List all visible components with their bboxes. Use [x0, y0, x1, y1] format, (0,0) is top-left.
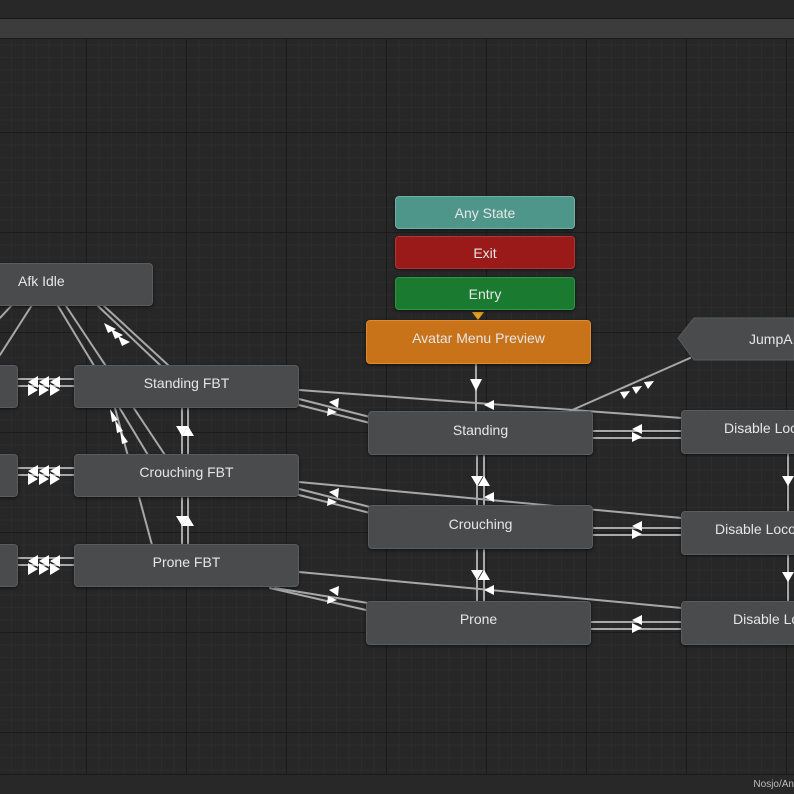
crouching-fbt-label: Crouching FBT	[139, 464, 234, 480]
transition-arrow	[484, 585, 494, 595]
exit-node[interactable]: Exit	[395, 236, 575, 269]
crouching-node[interactable]: Crouching	[368, 505, 593, 549]
disable-locomotion-node-3[interactable]: Disable Lo	[681, 601, 794, 645]
exit-label: Exit	[473, 245, 497, 261]
afk-idle-label: Afk Idle	[18, 273, 65, 289]
offscreen-state-node-3[interactable]	[0, 544, 18, 587]
entry-arrow	[472, 312, 484, 320]
any-state-node[interactable]: Any State	[395, 196, 575, 229]
transition-arrow	[644, 381, 654, 389]
jump-label: JumpA	[749, 331, 793, 347]
standing-node[interactable]: Standing	[368, 411, 593, 455]
transition-arrow	[632, 529, 642, 539]
entry-node[interactable]: Entry	[395, 277, 575, 310]
transition-arrow	[620, 391, 630, 399]
transition-arrow	[782, 476, 794, 486]
transition-line	[103, 305, 169, 366]
disable-locomotion-node-2[interactable]: Disable Loco	[681, 511, 794, 555]
transition-arrow	[329, 586, 339, 596]
transition-arrow	[782, 572, 794, 582]
transition-arrow	[120, 431, 128, 444]
transition-arrow	[632, 615, 642, 625]
transition-line	[0, 304, 13, 319]
transition-line	[97, 305, 161, 366]
transition-line	[269, 587, 367, 611]
controller-path: Nosjo/An	[753, 779, 794, 790]
offscreen-state-node-2[interactable]	[0, 454, 18, 497]
transition-arrow	[632, 623, 642, 633]
transition-arrow	[632, 386, 642, 394]
prone-fbt-node[interactable]: Prone FBT	[74, 544, 299, 587]
transition-arrow	[470, 379, 482, 391]
transition-line	[569, 357, 691, 412]
prone-fbt-label: Prone FBT	[152, 554, 221, 570]
transition-arrow	[118, 336, 130, 346]
disable-locomotion-label-2: Disable Loco	[715, 521, 794, 537]
entry-label: Entry	[468, 286, 502, 302]
transition-arrow	[111, 329, 123, 339]
transition-arrow	[484, 400, 494, 410]
prone-label: Prone	[459, 611, 498, 627]
animator-window: Any State Exit Entry Avatar Menu Preview…	[0, 0, 794, 794]
transition-arrow	[632, 424, 642, 434]
any-state-label: Any State	[454, 205, 516, 221]
disable-locomotion-node-1[interactable]: Disable Loc	[681, 410, 794, 454]
status-bar: Nosjo/An	[0, 774, 794, 794]
avatar-menu-preview-node[interactable]: Avatar Menu Preview	[366, 320, 591, 364]
standing-fbt-node[interactable]: Standing FBT	[74, 365, 299, 408]
jump-node-label-box[interactable]: JumpA	[690, 318, 794, 360]
offscreen-state-node-1[interactable]	[0, 365, 18, 408]
afk-idle-node[interactable]: Afk Idle	[0, 263, 153, 306]
avatar-menu-preview-label: Avatar Menu Preview	[412, 330, 545, 346]
standing-label: Standing	[452, 422, 509, 438]
crouching-label: Crouching	[448, 516, 513, 532]
transition-arrow	[632, 521, 642, 531]
standing-fbt-label: Standing FBT	[143, 375, 230, 391]
disable-locomotion-label-1: Disable Loc	[724, 420, 794, 436]
crouching-fbt-node[interactable]: Crouching FBT	[74, 454, 299, 497]
prone-node[interactable]: Prone	[366, 601, 591, 645]
disable-locomotion-label-3: Disable Lo	[733, 611, 794, 627]
transition-arrow	[632, 432, 642, 442]
